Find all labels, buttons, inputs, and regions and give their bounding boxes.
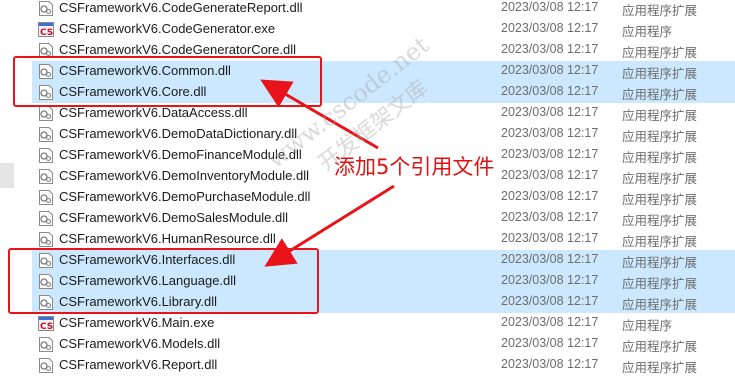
file-modified-date: 2023/03/08 12:17: [501, 210, 599, 224]
file-type: 应用程序扩展: [622, 340, 698, 354]
file-type: 应用程序扩展: [622, 67, 698, 81]
file-type: 应用程序扩展: [622, 88, 698, 102]
file-name: CSFrameworkV6.DemoInventoryModule.dll: [59, 168, 309, 183]
exe-app-icon: CS: [38, 22, 54, 38]
file-name: CSFrameworkV6.DemoDataDictionary.dll: [59, 126, 298, 141]
file-modified-date: 2023/03/08 12:17: [501, 189, 599, 203]
svg-text:CS: CS: [40, 28, 53, 37]
file-name: CSFrameworkV6.Main.exe: [59, 315, 215, 330]
dll-file-icon: [38, 232, 54, 247]
dll-file-icon: [38, 337, 54, 352]
dll-file-icon: [38, 148, 54, 163]
file-type: 应用程序扩展: [622, 46, 698, 60]
file-type: 应用程序扩展: [622, 193, 698, 207]
dll-file-icon: [38, 211, 54, 226]
file-modified-date: 2023/03/08 12:17: [501, 315, 599, 329]
file-modified-date: 2023/03/08 12:17: [501, 294, 599, 308]
file-name: CSFrameworkV6.CodeGeneratorCore.dll: [59, 42, 296, 57]
file-row[interactable]: CSFrameworkV6.Models.dll 2023/03/08 12:17…: [0, 334, 735, 355]
file-modified-date: 2023/03/08 12:17: [501, 273, 599, 287]
file-modified-date: 2023/03/08 12:17: [501, 252, 599, 266]
file-type: 应用程序扩展: [622, 172, 698, 186]
file-name: CSFrameworkV6.CodeGenerator.exe: [59, 21, 276, 36]
file-name: CSFrameworkV6.Report.dll: [59, 357, 218, 372]
file-modified-date: 2023/03/08 12:17: [501, 42, 599, 56]
file-name: CSFrameworkV6.DemoPurchaseModule.dll: [59, 189, 311, 204]
svg-text:CS: CS: [40, 322, 53, 331]
file-type: 应用程序扩展: [622, 130, 698, 144]
file-type: 应用程序扩展: [622, 151, 698, 165]
file-type: 应用程序: [622, 319, 673, 333]
file-name: CSFrameworkV6.HumanResource.dll: [59, 231, 276, 246]
highlight-box-interfaces-library: [8, 248, 319, 314]
file-modified-date: 2023/03/08 12:17: [501, 0, 599, 14]
file-row[interactable]: CSFrameworkV6.DemoPurchaseModule.dll 2023…: [0, 187, 735, 208]
file-row[interactable]: CSFrameworkV6.DemoSalesModule.dll 2023/03…: [0, 208, 735, 229]
file-type: 应用程序扩展: [622, 4, 698, 18]
file-modified-date: 2023/03/08 12:17: [501, 21, 599, 35]
file-name: CSFrameworkV6.DataAccess.dll: [59, 105, 248, 120]
file-modified-date: 2023/03/08 12:17: [501, 105, 599, 119]
dll-file-icon: [38, 1, 54, 16]
file-type: 应用程序扩展: [622, 109, 698, 123]
file-row[interactable]: CS CSFrameworkV6.Main.exe 2023/03/08 12:17…: [0, 313, 735, 334]
dll-file-icon: [38, 169, 54, 184]
dll-file-icon: [38, 358, 54, 373]
file-modified-date: 2023/03/08 12:17: [501, 63, 599, 77]
file-name: CSFrameworkV6.CodeGenerateReport.dll: [59, 0, 303, 15]
file-modified-date: 2023/03/08 12:17: [501, 168, 599, 182]
annotation-text: 添加5个引用文件: [334, 155, 495, 179]
file-row[interactable]: CSFrameworkV6.HumanResource.dll 2023/03/0…: [0, 229, 735, 250]
file-modified-date: 2023/03/08 12:17: [501, 357, 599, 371]
file-type: 应用程序扩展: [622, 277, 698, 291]
file-row[interactable]: CSFrameworkV6.Report.dll 2023/03/08 12:17…: [0, 355, 735, 376]
file-type: 应用程序扩展: [622, 235, 698, 249]
file-type: 应用程序扩展: [622, 214, 698, 228]
file-modified-date: 2023/03/08 12:17: [501, 126, 599, 140]
file-row[interactable]: CSFrameworkV6.DemoDataDictionary.dll 2023…: [0, 124, 735, 145]
file-name: CSFrameworkV6.Models.dll: [59, 336, 221, 351]
file-modified-date: 2023/03/08 12:17: [501, 231, 599, 245]
file-row[interactable]: CS CSFrameworkV6.CodeGenerator.exe 2023/03…: [0, 19, 735, 40]
file-name: CSFrameworkV6.DemoFinanceModule.dll: [59, 147, 302, 162]
file-type: 应用程序: [622, 25, 673, 39]
file-type: 应用程序扩展: [622, 256, 698, 270]
file-modified-date: 2023/03/08 12:17: [501, 336, 599, 350]
dll-file-icon: [38, 106, 54, 121]
dll-file-icon: [38, 190, 54, 205]
file-name: CSFrameworkV6.DemoSalesModule.dll: [59, 210, 289, 225]
exe-app-icon: CS: [38, 316, 54, 332]
file-modified-date: 2023/03/08 12:17: [501, 84, 599, 98]
highlight-box-common-core: [13, 56, 322, 107]
file-type: 应用程序扩展: [622, 298, 698, 312]
file-row[interactable]: CSFrameworkV6.CodeGenerateReport.dll 2023…: [0, 0, 735, 19]
file-modified-date: 2023/03/08 12:17: [501, 147, 599, 161]
dll-file-icon: [38, 127, 54, 142]
file-type: 应用程序扩展: [622, 361, 698, 375]
